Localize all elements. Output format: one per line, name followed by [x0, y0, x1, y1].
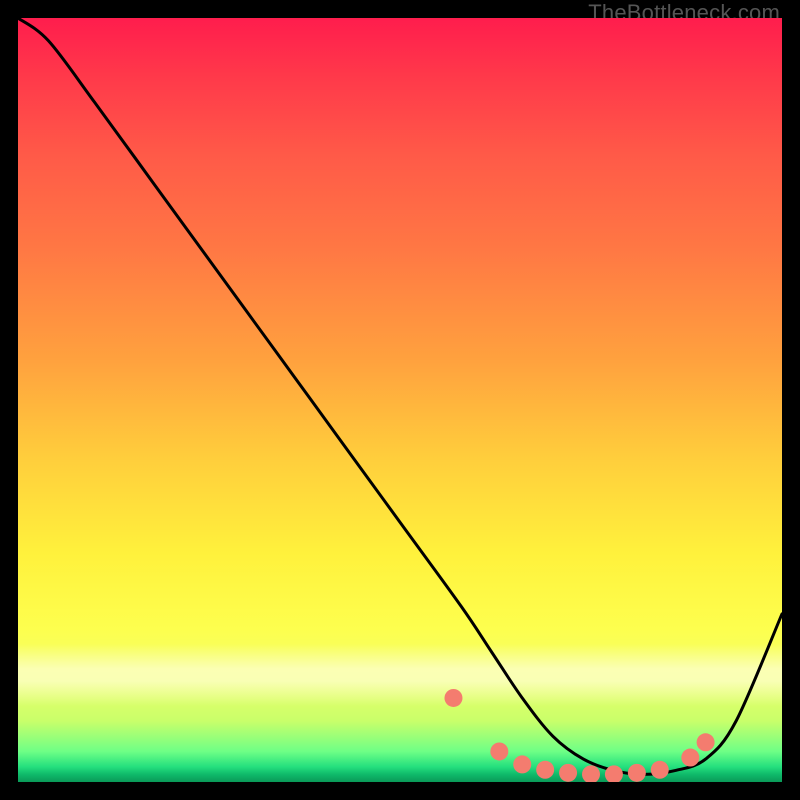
- marker-dot: [582, 765, 600, 782]
- marker-dot: [681, 749, 699, 767]
- chart-svg: [18, 18, 782, 782]
- marker-dot: [628, 764, 646, 782]
- bottleneck-curve: [18, 18, 782, 774]
- plot-area: [18, 18, 782, 782]
- marker-dot: [536, 761, 554, 779]
- chart-frame: TheBottleneck.com: [0, 0, 800, 800]
- marker-dot: [697, 733, 715, 751]
- marker-dot: [444, 689, 462, 707]
- marker-group: [444, 689, 714, 782]
- marker-dot: [490, 742, 508, 760]
- marker-dot: [559, 764, 577, 782]
- marker-dot: [651, 761, 669, 779]
- marker-dot: [513, 755, 531, 773]
